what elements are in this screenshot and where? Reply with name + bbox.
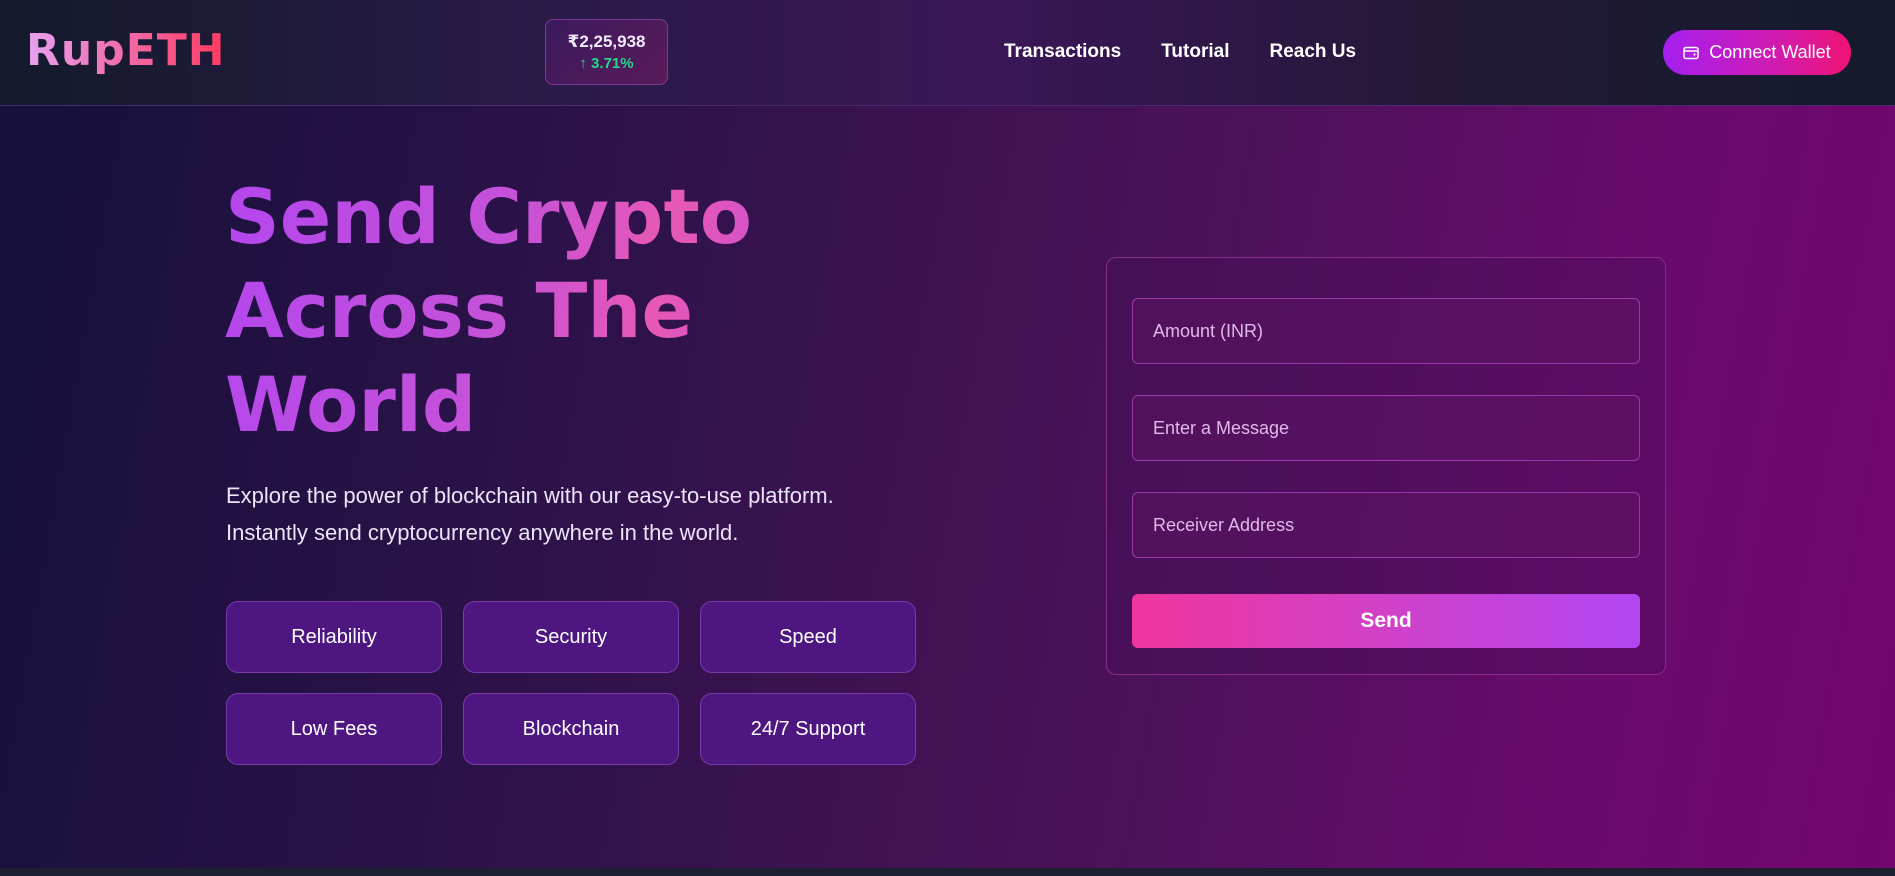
nav-link-transactions[interactable]: Transactions (1004, 40, 1121, 64)
message-input[interactable] (1132, 395, 1640, 461)
logo[interactable]: RupETH (26, 26, 226, 76)
feature-blockchain: Blockchain (463, 693, 679, 765)
nav-link-tutorial[interactable]: Tutorial (1161, 40, 1229, 64)
subtitle-line: Explore the power of blockchain with our… (226, 483, 834, 508)
feature-reliability: Reliability (226, 601, 442, 673)
feature-security: Security (463, 601, 679, 673)
nav-links: Transactions Tutorial Reach Us (1004, 40, 1396, 64)
feature-support: 24/7 Support (700, 693, 916, 765)
navbar: RupETH ₹2,25,938 ↑ 3.71% Transactions Tu… (0, 0, 1895, 106)
hero-title-line: Across The (225, 266, 693, 355)
connect-wallet-button[interactable]: Connect Wallet (1663, 30, 1851, 75)
hero-title: Send Crypto Across The World (225, 170, 925, 452)
eth-price-ticker: ₹2,25,938 ↑ 3.71% (545, 19, 668, 85)
feature-low-fees: Low Fees (226, 693, 442, 765)
ticker-price: ₹2,25,938 (567, 32, 646, 51)
logo-suffix: ETH (125, 25, 226, 76)
logo-prefix: Rup (26, 25, 126, 76)
hero-title-line: World (225, 360, 477, 449)
wallet-icon (1683, 46, 1700, 59)
hero-subtitle: Explore the power of blockchain with our… (226, 477, 926, 551)
feature-speed: Speed (700, 601, 916, 673)
nav-link-reach-us[interactable]: Reach Us (1269, 40, 1356, 64)
ticker-change: ↑ 3.71% (579, 55, 634, 72)
subtitle-line: Instantly send cryptocurrency anywhere i… (226, 520, 739, 545)
send-form: Send (1106, 257, 1666, 675)
receiver-address-input[interactable] (1132, 492, 1640, 558)
feature-grid: Reliability Security Speed Low Fees Bloc… (226, 601, 916, 765)
taskbar-edge (0, 868, 1895, 876)
hero-title-line: Send Crypto (225, 172, 752, 261)
amount-input[interactable] (1132, 298, 1640, 364)
connect-wallet-label: Connect Wallet (1709, 42, 1831, 62)
send-button[interactable]: Send (1132, 594, 1640, 648)
